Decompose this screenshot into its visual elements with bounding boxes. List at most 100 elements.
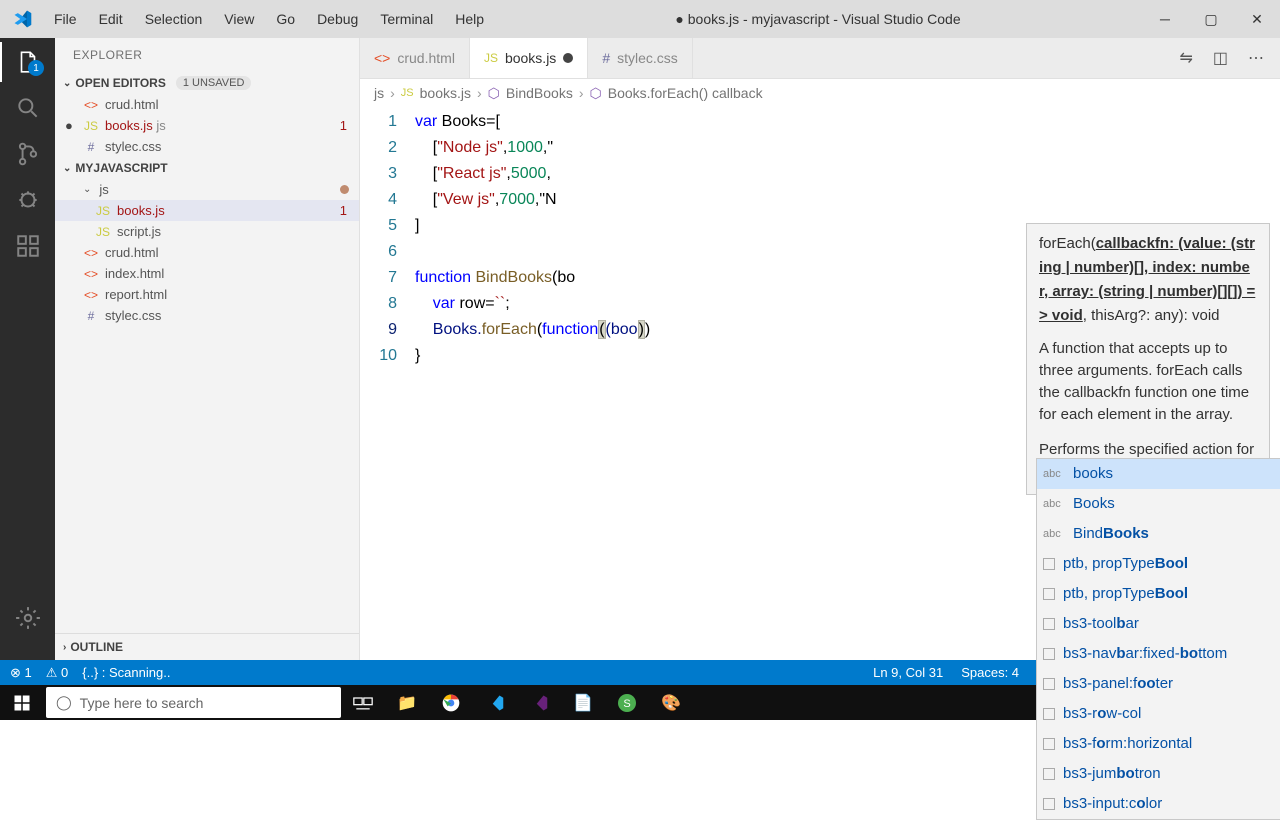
html-icon: <> xyxy=(83,98,99,112)
settings-icon[interactable] xyxy=(14,604,42,632)
signature-help: forEach(callbackfn: (value: (string | nu… xyxy=(1026,223,1270,495)
css-icon: # xyxy=(83,309,99,323)
taskbar-app-icon[interactable]: 📄 xyxy=(561,685,605,720)
tree-file[interactable]: <>report.html xyxy=(55,284,359,305)
tree-file[interactable]: JSscript.js xyxy=(55,221,359,242)
menu-help[interactable]: Help xyxy=(445,7,494,31)
extensions-icon[interactable] xyxy=(14,232,42,260)
more-icon[interactable]: ⋯ xyxy=(1248,48,1264,68)
open-editor-item[interactable]: #stylec.css xyxy=(55,136,359,157)
menu-terminal[interactable]: Terminal xyxy=(370,7,443,31)
status-scan[interactable]: {..} : Scanning.. xyxy=(82,665,170,680)
maximize-button[interactable]: ▢ xyxy=(1188,0,1234,38)
titlebar: File Edit Selection View Go Debug Termin… xyxy=(0,0,1280,38)
menu-selection[interactable]: Selection xyxy=(135,7,213,31)
debug-icon[interactable] xyxy=(14,186,42,214)
taskbar-app-icon[interactable]: 🎨 xyxy=(649,685,693,720)
html-icon: <> xyxy=(83,267,99,281)
autocomplete-item[interactable]: bs3-navbar:fixed-bottom xyxy=(1037,639,1280,669)
outline-header[interactable]: ›OUTLINE xyxy=(55,633,359,660)
html-icon: <> xyxy=(374,50,390,66)
method-icon: ⬡ xyxy=(590,85,602,102)
autocomplete-item[interactable]: abcBooks xyxy=(1037,489,1280,519)
sidebar-title: EXPLORER xyxy=(55,38,359,72)
taskbar-app-icon[interactable]: S xyxy=(605,685,649,720)
js-icon: JS xyxy=(484,51,498,65)
css-icon: # xyxy=(602,50,610,66)
autocomplete-item[interactable]: bs3-input:color xyxy=(1037,789,1280,819)
autocomplete-item[interactable]: ptb, propTypeBool xyxy=(1037,579,1280,609)
autocomplete-item[interactable]: bs3-row-col xyxy=(1037,699,1280,729)
project-header[interactable]: ⌄MYJAVASCRIPT xyxy=(55,157,359,179)
autocomplete-item[interactable]: bs3-toolbar xyxy=(1037,609,1280,639)
modified-dot-icon xyxy=(340,185,349,194)
task-view-icon[interactable] xyxy=(341,685,385,720)
source-control-icon[interactable] xyxy=(14,140,42,168)
tree-file[interactable]: #stylec.css xyxy=(55,305,359,326)
html-icon: <> xyxy=(83,288,99,302)
explorer-icon[interactable]: 1 xyxy=(14,48,42,76)
open-editor-item[interactable]: ●JSbooks.js js1 xyxy=(55,115,359,136)
menu-debug[interactable]: Debug xyxy=(307,7,368,31)
tab-books[interactable]: JSbooks.js xyxy=(470,38,588,78)
breadcrumb[interactable]: js› JSbooks.js› ⬡BindBooks› ⬡Books.forEa… xyxy=(360,79,1280,107)
autocomplete-item[interactable]: bs3-form:horizontal xyxy=(1037,729,1280,759)
css-icon: # xyxy=(83,140,99,154)
autocomplete-item[interactable]: bs3-panel:footer xyxy=(1037,669,1280,699)
window-title: ● books.js - myjavascript - Visual Studi… xyxy=(494,11,1142,27)
chevron-down-icon: ⌄ xyxy=(63,78,71,89)
taskbar-app-icon[interactable] xyxy=(473,685,517,720)
minimize-button[interactable]: ─ xyxy=(1142,0,1188,38)
menu-go[interactable]: Go xyxy=(266,7,305,31)
html-icon: <> xyxy=(83,246,99,260)
js-icon: JS xyxy=(95,225,111,239)
start-button[interactable] xyxy=(0,685,44,720)
menu-view[interactable]: View xyxy=(214,7,264,31)
autocomplete-popup[interactable]: abcbooksabcBooksabcBindBooksptb, propTyp… xyxy=(1036,458,1280,820)
method-icon: ⬡ xyxy=(488,85,500,102)
line-gutter: 12345678910 xyxy=(360,107,415,660)
autocomplete-item[interactable]: abcBindBooks xyxy=(1037,519,1280,549)
js-icon: JS xyxy=(95,204,111,218)
taskbar-app-icon[interactable]: 📁 xyxy=(385,685,429,720)
tree-file[interactable]: JSbooks.js1 xyxy=(55,200,359,221)
unsaved-badge: 1 UNSAVED xyxy=(176,76,252,90)
compare-icon[interactable]: ⇋ xyxy=(1179,48,1192,68)
autocomplete-item[interactable]: abcbooks xyxy=(1037,459,1280,489)
activity-bar: 1 xyxy=(0,38,55,660)
taskbar-app-icon[interactable] xyxy=(517,685,561,720)
status-lncol[interactable]: Ln 9, Col 31 xyxy=(873,665,943,680)
chevron-down-icon: ⌄ xyxy=(63,163,71,174)
menu-bar: File Edit Selection View Go Debug Termin… xyxy=(44,7,494,31)
autocomplete-item[interactable]: ptb, propTypeBool xyxy=(1037,549,1280,579)
tree-folder[interactable]: ⌄js xyxy=(55,179,359,200)
tree-file[interactable]: <>index.html xyxy=(55,263,359,284)
status-warnings[interactable]: ⚠ 0 xyxy=(46,665,69,681)
search-icon[interactable] xyxy=(14,94,42,122)
open-editor-item[interactable]: <>crud.html xyxy=(55,94,359,115)
taskbar-app-icon[interactable] xyxy=(429,685,473,720)
editor-group: <>crud.html JSbooks.js #stylec.css ⇋ ◫ ⋯… xyxy=(360,38,1280,660)
cortana-icon: ◯ xyxy=(56,694,72,711)
explorer-badge: 1 xyxy=(28,60,44,76)
chevron-down-icon: ⌄ xyxy=(83,184,91,195)
dirty-dot-icon xyxy=(563,53,573,63)
sidebar: EXPLORER ⌄ OPEN EDITORS 1 UNSAVED <>crud… xyxy=(55,38,360,660)
code-editor[interactable]: 12345678910 var Books=[ ["Node js",1000,… xyxy=(360,107,1280,660)
status-spaces[interactable]: Spaces: 4 xyxy=(961,665,1019,680)
chevron-right-icon: › xyxy=(63,642,66,653)
tab-crud[interactable]: <>crud.html xyxy=(360,38,470,78)
tree-file[interactable]: <>crud.html xyxy=(55,242,359,263)
split-editor-icon[interactable]: ◫ xyxy=(1213,48,1228,68)
taskbar-search[interactable]: ◯Type here to search xyxy=(46,687,341,718)
js-icon: JS xyxy=(83,119,99,133)
status-errors[interactable]: ⊗ 1 xyxy=(10,665,32,681)
open-editors-header[interactable]: ⌄ OPEN EDITORS 1 UNSAVED xyxy=(55,72,359,94)
close-button[interactable]: ✕ xyxy=(1234,0,1280,38)
tab-stylec[interactable]: #stylec.css xyxy=(588,38,692,78)
menu-edit[interactable]: Edit xyxy=(89,7,133,31)
autocomplete-item[interactable]: bs3-jumbotron xyxy=(1037,759,1280,789)
tab-bar: <>crud.html JSbooks.js #stylec.css ⇋ ◫ ⋯ xyxy=(360,38,1280,79)
svg-text:S: S xyxy=(623,698,630,710)
menu-file[interactable]: File xyxy=(44,7,87,31)
